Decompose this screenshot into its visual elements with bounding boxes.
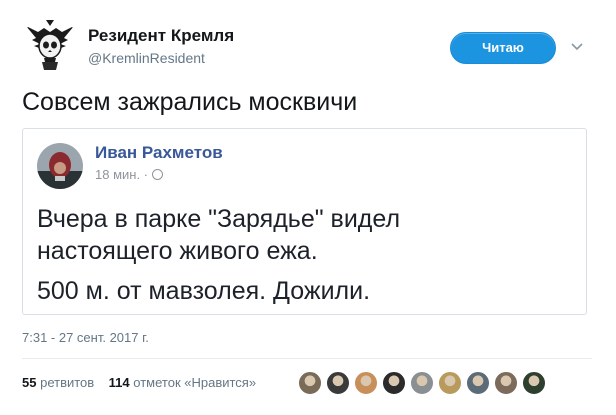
- embedded-post-card[interactable]: Иван Рахметов 18 мин. · Вчера в парке "З…: [22, 128, 587, 315]
- liker-avatar[interactable]: [466, 371, 490, 395]
- profile-avatar[interactable]: [22, 16, 78, 72]
- embedded-author-avatar[interactable]: [37, 143, 83, 189]
- likes-label[interactable]: отметок «Нравится»: [133, 375, 256, 390]
- liker-avatar[interactable]: [494, 371, 518, 395]
- liker-avatar[interactable]: [298, 371, 322, 395]
- embedded-author-name[interactable]: Иван Рахметов: [95, 143, 223, 163]
- divider: [22, 358, 592, 359]
- liker-avatar[interactable]: [382, 371, 406, 395]
- profile-handle[interactable]: @KremlinResident: [88, 50, 205, 66]
- retweets-label[interactable]: ретвитов: [40, 375, 94, 390]
- profile-name[interactable]: Резидент Кремля: [88, 26, 234, 46]
- embedded-post-text: Вчера в парке "Зарядье" видел настоящего…: [37, 203, 400, 267]
- embedded-line-3: 500 м. от мавзолея. Дожили.: [37, 277, 371, 305]
- chevron-down-icon[interactable]: [570, 40, 584, 54]
- liker-avatar[interactable]: [522, 371, 546, 395]
- follow-button[interactable]: Читаю: [450, 32, 556, 64]
- embedded-post-time: 18 мин. ·: [95, 167, 164, 182]
- embedded-line-1: Вчера в парке "Зарядье" видел: [37, 205, 401, 233]
- tweet-header: Резидент Кремля @KremlinResident Читаю: [22, 16, 602, 76]
- tweet-stats: 55 ретвитов 114 отметок «Нравится»: [22, 375, 256, 390]
- embedded-time-label: 18 мин.: [95, 167, 141, 182]
- embedded-line-2: настоящего живого ежа.: [37, 237, 318, 265]
- liker-avatar[interactable]: [438, 371, 462, 395]
- liker-avatar[interactable]: [326, 371, 350, 395]
- globe-icon: [152, 169, 164, 180]
- skull-eagle-emblem-icon: [26, 20, 74, 70]
- tweet-text: Совсем зажрались москвичи: [22, 88, 358, 116]
- retweets-count[interactable]: 55: [22, 375, 36, 390]
- liker-avatar[interactable]: [354, 371, 378, 395]
- liker-avatars: [298, 371, 598, 397]
- tweet-timestamp[interactable]: 7:31 - 27 сент. 2017 г.: [22, 330, 149, 345]
- likes-count[interactable]: 114: [109, 375, 130, 390]
- liker-avatar[interactable]: [410, 371, 434, 395]
